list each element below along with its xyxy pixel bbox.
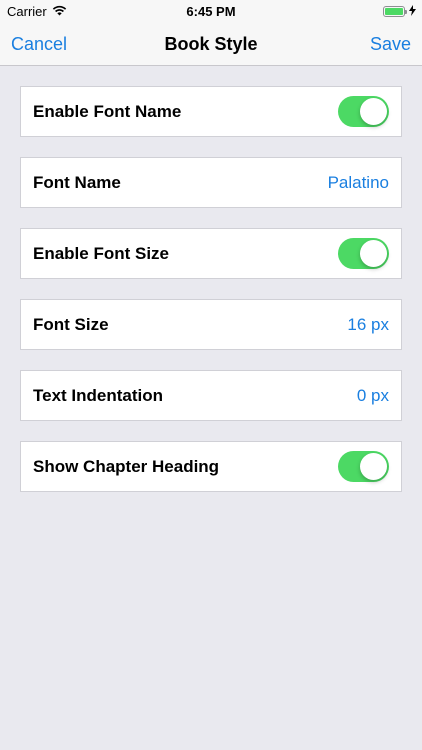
row-label: Enable Font Name	[33, 101, 182, 121]
row-font-name[interactable]: Font Name Palatino	[20, 157, 402, 208]
row-label: Font Name	[33, 172, 121, 192]
row-label: Text Indentation	[33, 385, 164, 405]
status-bar: Carrier 6:45 PM	[0, 0, 422, 22]
font-name-value[interactable]: Palatino	[328, 173, 389, 193]
row-label: Enable Font Size	[33, 243, 170, 263]
enable-font-name-toggle[interactable]	[338, 96, 389, 127]
row-text-indentation[interactable]: Text Indentation 0 px	[20, 370, 402, 421]
charging-bolt-icon	[409, 4, 416, 19]
navigation-bar: Cancel Book Style Save	[0, 22, 422, 66]
row-font-size[interactable]: Font Size 16 px	[20, 299, 402, 350]
show-chapter-heading-toggle[interactable]	[338, 451, 389, 482]
text-indentation-value[interactable]: 0 px	[357, 386, 389, 406]
enable-font-size-toggle[interactable]	[338, 238, 389, 269]
row-label: Show Chapter Heading	[33, 456, 220, 476]
row-show-chapter-heading[interactable]: Show Chapter Heading	[20, 441, 402, 492]
row-label: Font Size	[33, 314, 109, 334]
battery-icon	[383, 6, 407, 17]
status-time: 6:45 PM	[186, 4, 236, 19]
row-enable-font-name[interactable]: Enable Font Name	[20, 86, 402, 137]
font-size-value[interactable]: 16 px	[347, 315, 389, 335]
status-right	[383, 4, 416, 19]
row-enable-font-size[interactable]: Enable Font Size	[20, 228, 402, 279]
page-title: Book Style	[164, 34, 258, 54]
battery-fill	[385, 8, 403, 15]
save-button[interactable]: Save	[370, 34, 411, 55]
